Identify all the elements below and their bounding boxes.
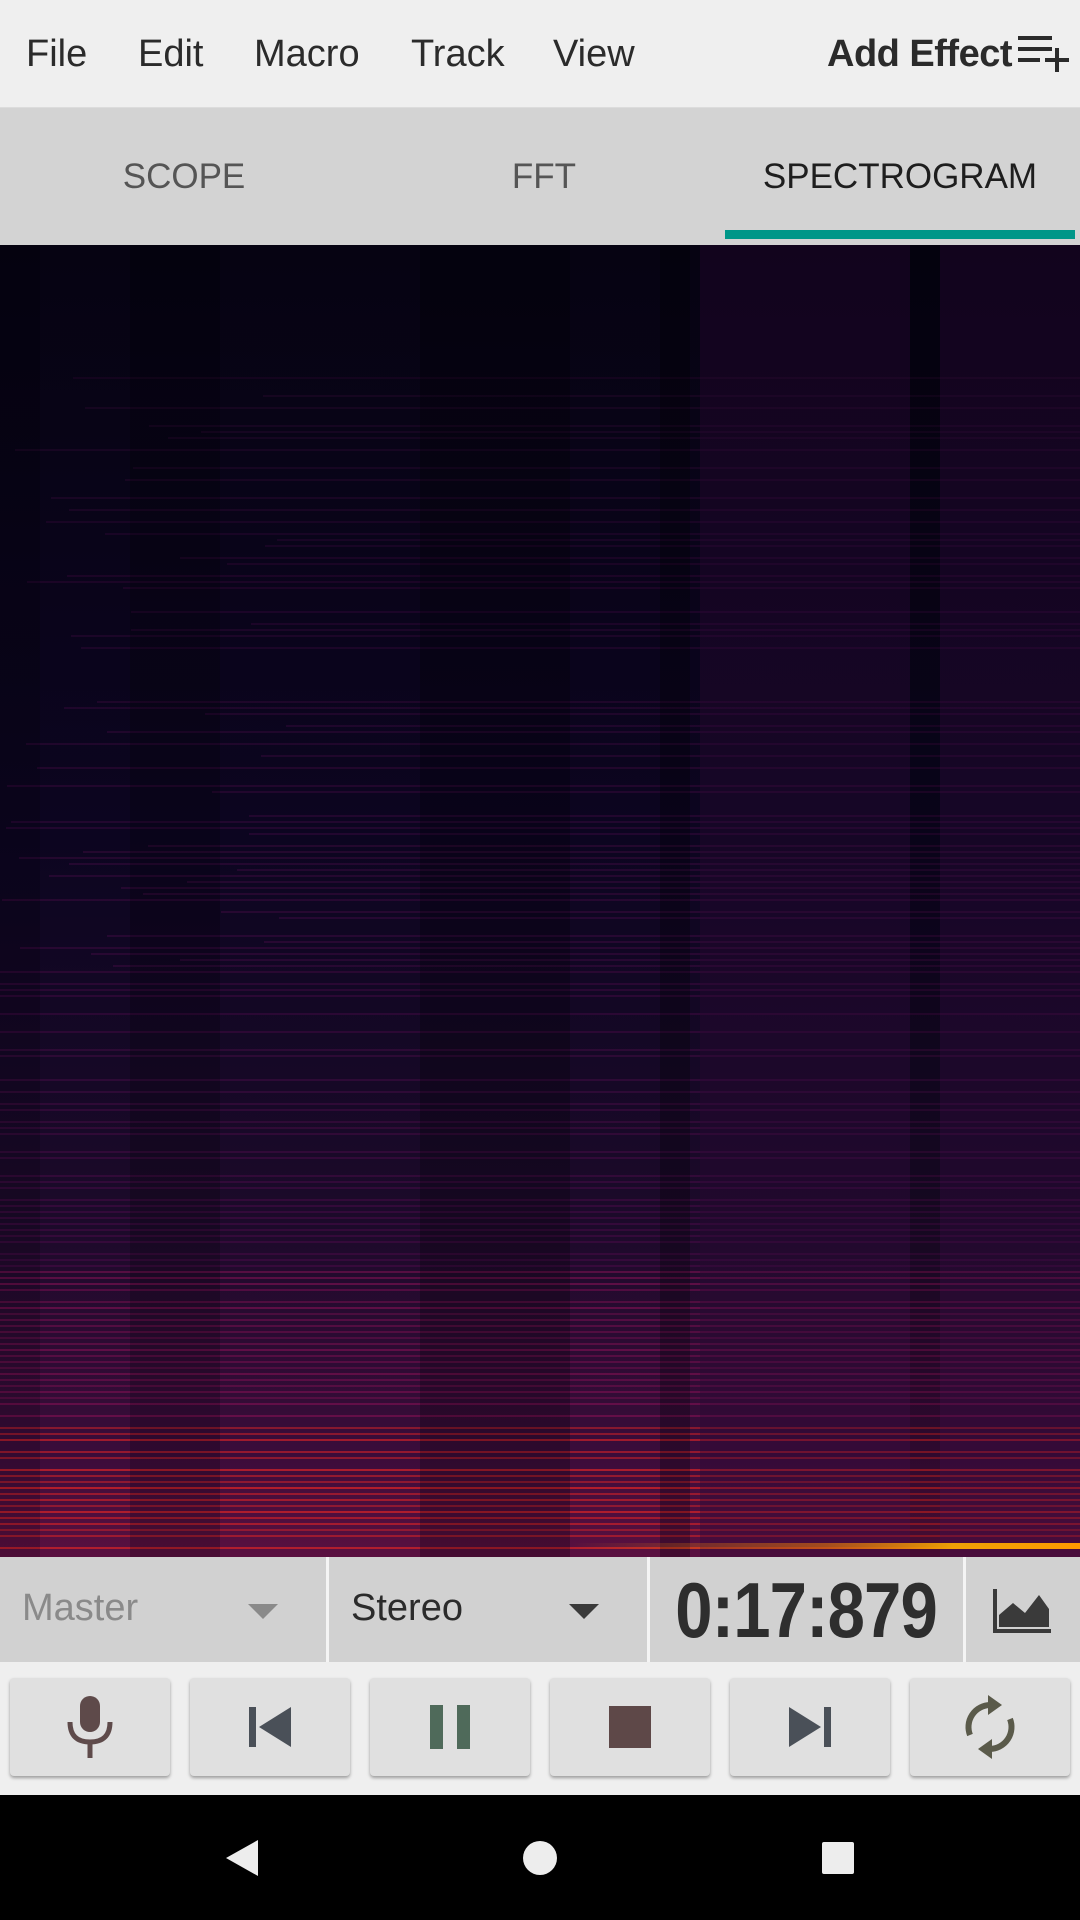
spectrogram-column: [910, 245, 940, 1557]
track-dropdown[interactable]: Master: [0, 1557, 326, 1662]
nav-back-button[interactable]: [162, 1795, 322, 1920]
spectrogram-column: [0, 245, 40, 1557]
track-dropdown-value: Master: [22, 1587, 139, 1629]
spectrogram-canvas: [0, 245, 1080, 1557]
tab-spectrogram[interactable]: SPECTROGRAM: [720, 108, 1080, 245]
loop-button[interactable]: [910, 1678, 1070, 1776]
menu-view[interactable]: View: [553, 30, 635, 78]
tab-fft[interactable]: FFT: [368, 108, 720, 245]
pause-button[interactable]: [370, 1678, 530, 1776]
selector-row: Master Stereo 0:17:879: [0, 1557, 1080, 1662]
back-icon: [226, 1839, 258, 1876]
chevron-down-icon: [569, 1604, 599, 1619]
spectrogram-column: [700, 245, 910, 1557]
system-nav-bar: [0, 1795, 1080, 1920]
spectrogram-column: [130, 245, 220, 1557]
channel-dropdown-value: Stereo: [351, 1587, 463, 1629]
playback-time: 0:17:879: [675, 1565, 939, 1654]
nav-recents-button[interactable]: [758, 1795, 918, 1920]
time-readout-cell: 0:17:879: [650, 1557, 963, 1662]
spectrogram-column: [420, 245, 570, 1557]
playlist-add-icon: [1018, 36, 1069, 72]
pause-icon: [430, 1705, 470, 1749]
menu-bar: File Edit Macro Track View Add Effect: [0, 0, 1080, 108]
recents-icon: [822, 1841, 854, 1874]
transport-bar: [0, 1662, 1080, 1795]
active-tab-indicator: [725, 230, 1075, 239]
skip-back-button[interactable]: [190, 1678, 350, 1776]
record-button[interactable]: [10, 1678, 170, 1776]
channel-dropdown[interactable]: Stereo: [329, 1557, 647, 1662]
spectrogram-column: [660, 245, 690, 1557]
menu-track[interactable]: Track: [411, 30, 505, 78]
skip-forward-icon: [789, 1707, 831, 1747]
loop-icon: [965, 1695, 1015, 1759]
stop-icon: [609, 1706, 651, 1748]
spectrogram-column: [940, 245, 1080, 1557]
microphone-icon: [67, 1696, 113, 1758]
spectrum-graph-button[interactable]: [966, 1557, 1080, 1662]
stop-button[interactable]: [550, 1678, 710, 1776]
area-chart-icon: [993, 1588, 1051, 1633]
spectrogram-view[interactable]: [0, 245, 1080, 1557]
add-effect-button[interactable]: Add Effect: [827, 28, 1072, 80]
skip-back-icon: [249, 1707, 291, 1747]
menu-file[interactable]: File: [26, 30, 87, 78]
visualizer-tabs: SCOPE FFT SPECTROGRAM: [0, 108, 1080, 245]
home-icon: [523, 1840, 557, 1875]
skip-forward-button[interactable]: [730, 1678, 890, 1776]
tab-scope[interactable]: SCOPE: [0, 108, 368, 245]
menu-macro[interactable]: Macro: [254, 30, 360, 78]
menu-edit[interactable]: Edit: [138, 30, 203, 78]
add-effect-label: Add Effect: [827, 32, 1013, 75]
chevron-down-icon: [248, 1604, 278, 1619]
nav-home-button[interactable]: [460, 1795, 620, 1920]
